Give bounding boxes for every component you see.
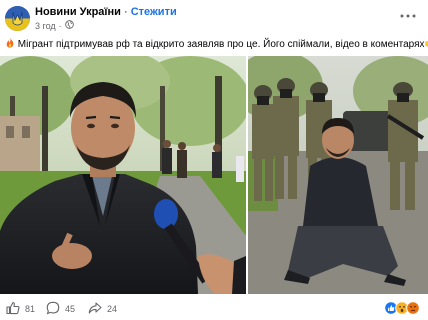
page-avatar[interactable] [5, 6, 30, 31]
angry-reaction-icon [406, 301, 420, 315]
more-icon[interactable] [398, 9, 418, 21]
share-icon [88, 301, 102, 317]
post-time[interactable]: 3 год [35, 21, 56, 31]
fire-icon [5, 37, 18, 50]
pointing-hand-icon [425, 39, 428, 50]
post-text: Мігрант підтримував рф та відкрито заявл… [5, 37, 428, 51]
post-header: Новини України · Стежити 3 год · [0, 0, 428, 36]
like-icon [6, 301, 20, 317]
page-name[interactable]: Новини України [35, 6, 121, 18]
post-actions: 81 45 24 [0, 296, 428, 320]
share-count: 24 [107, 304, 118, 314]
share-button[interactable]: 24 [88, 301, 117, 317]
reaction-summary[interactable] [384, 301, 424, 315]
post-meta: 3 год · [35, 20, 74, 31]
post-text-body: Мігрант підтримував рф та відкрито заявл… [17, 39, 425, 50]
name-separator: · [120, 6, 131, 18]
photo-arrest[interactable] [248, 56, 428, 294]
like-button[interactable]: 81 [6, 301, 35, 317]
globe-icon [64, 20, 74, 31]
meta-separator: · [58, 20, 62, 31]
follow-button[interactable]: Стежити [131, 6, 177, 18]
comment-count: 45 [65, 304, 76, 314]
comment-icon [46, 301, 60, 317]
comment-button[interactable]: 45 [46, 301, 75, 317]
like-count: 81 [25, 304, 36, 314]
photo-interview[interactable] [0, 56, 246, 294]
page-name-line: Новини України · Стежити [35, 6, 177, 18]
